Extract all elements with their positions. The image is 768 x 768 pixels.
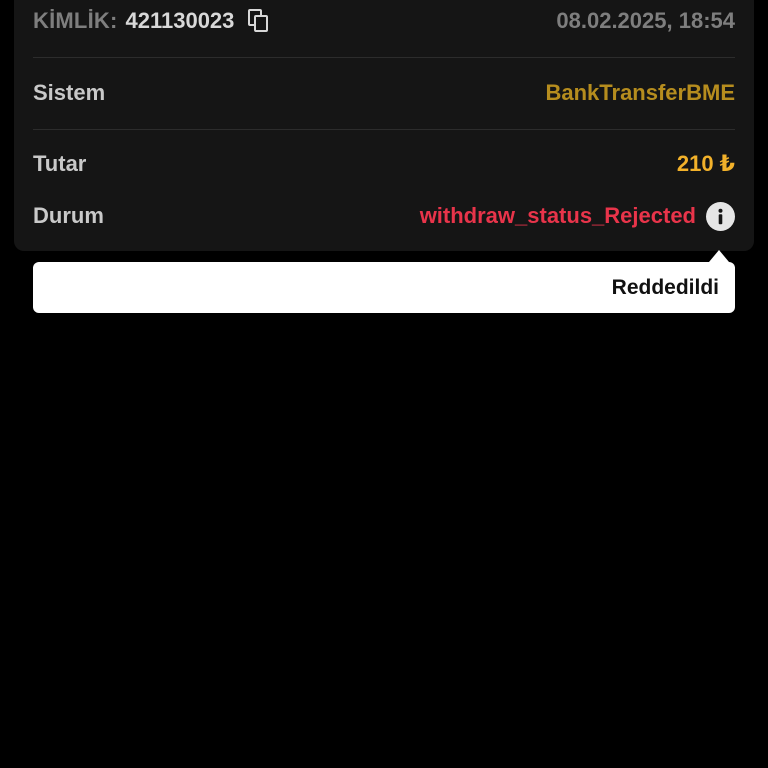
system-row: Sistem BankTransferBME: [33, 76, 735, 110]
amount-value: 210 ₺: [676, 151, 735, 176]
system-label: Sistem: [33, 80, 106, 105]
transaction-datetime: 08.02.2025, 18:54: [556, 8, 735, 33]
tooltip-text: Reddedildi: [611, 275, 719, 299]
status-group: withdraw_status_Rejected: [419, 201, 735, 231]
status-value: withdraw_status_Rejected: [419, 203, 696, 228]
divider: [33, 57, 735, 58]
status-label: Durum: [33, 203, 104, 228]
tooltip-arrow: [709, 250, 729, 262]
system-value: BankTransferBME: [545, 80, 735, 105]
copy-icon[interactable]: [248, 9, 270, 33]
transaction-id-value: 421130023: [125, 8, 235, 33]
amount-row: Tutar 210 ₺: [33, 147, 735, 181]
transaction-id-group: KİMLİK: 421130023: [33, 8, 270, 34]
transaction-card: KİMLİK: 421130023 08.02.2025, 18:54 Sist…: [14, 0, 754, 251]
transaction-id-row: KİMLİK: 421130023 08.02.2025, 18:54: [33, 4, 735, 38]
amount-label: Tutar: [33, 151, 87, 176]
status-row: Durum withdraw_status_Rejected: [33, 199, 735, 233]
info-icon[interactable]: [706, 201, 735, 231]
divider: [33, 129, 735, 130]
transaction-id-label: KİMLİK:: [33, 8, 118, 33]
status-tooltip: Reddedildi: [33, 250, 735, 313]
